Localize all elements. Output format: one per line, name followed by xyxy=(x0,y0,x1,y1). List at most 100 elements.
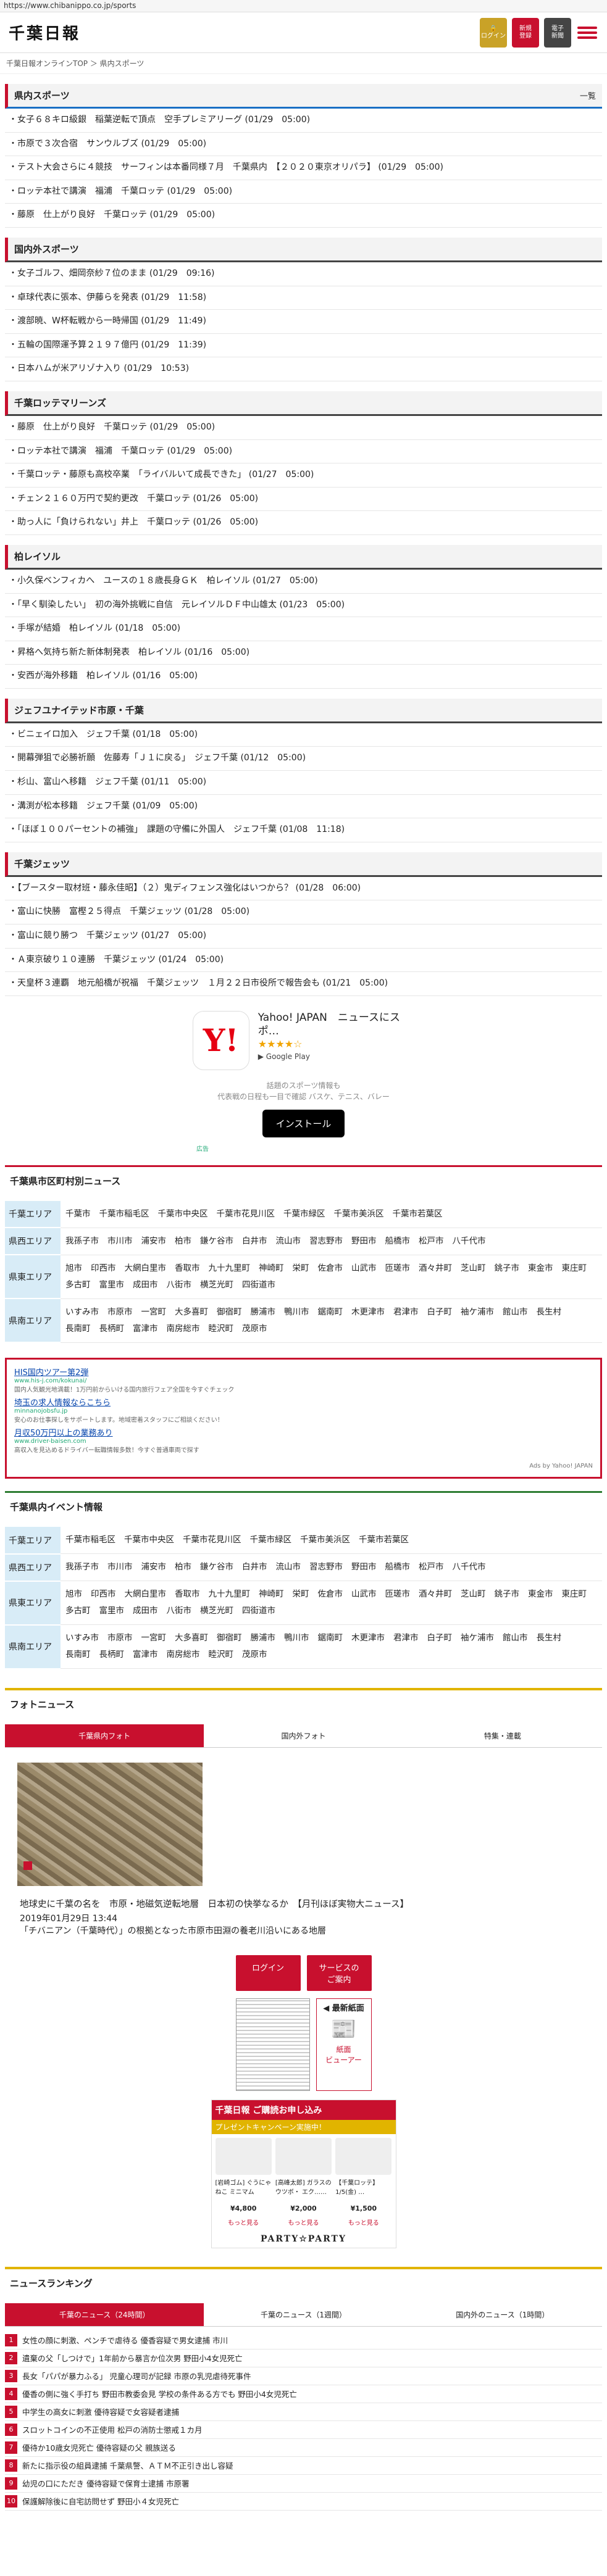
news-item[interactable]: 千葉ロッテ・藤原も高校卒業 「ライバルいて成長できた」 (01/27 05:00… xyxy=(5,463,602,488)
section-title[interactable]: 千葉ジェッツ xyxy=(14,857,70,870)
city-link[interactable]: 流山市 xyxy=(276,1236,301,1246)
city-link[interactable]: 木更津市 xyxy=(351,1307,385,1317)
city-link[interactable]: 白井市 xyxy=(242,1236,267,1246)
news-item[interactable]: テスト大会さらに４競技 サーフィンは本番同様７月 千葉県内 【２０２０東京オリパ… xyxy=(5,156,602,180)
city-link[interactable]: 富津市 xyxy=(133,1324,158,1334)
city-link[interactable]: 千葉市緑区 xyxy=(250,1535,292,1545)
product-more-link[interactable]: もっと見る xyxy=(275,2217,332,2227)
ranking-headline[interactable]: 長女「パパが暴力ふる」 児童心理司が記録 市原の乳児虐待死事件 xyxy=(22,2370,251,2382)
city-link[interactable]: 酒々井町 xyxy=(419,1263,452,1273)
city-link[interactable]: 四街道市 xyxy=(242,1280,275,1290)
ranking-item[interactable]: 3 長女「パパが暴力ふる」 児童心理司が記録 市原の乳児虐待死事件 xyxy=(5,2367,602,2385)
city-link[interactable]: 酒々井町 xyxy=(419,1589,452,1599)
city-link[interactable]: 御宿町 xyxy=(217,1633,242,1643)
city-link[interactable]: 南房総市 xyxy=(167,1650,200,1660)
section-title[interactable]: 千葉ロッテマリーンズ xyxy=(14,396,106,409)
news-item[interactable]: 卓球代表に張本、伊藤らを発表 (01/29 11:58) xyxy=(5,286,602,310)
city-link[interactable]: 御宿町 xyxy=(217,1307,242,1317)
city-link[interactable]: 印西市 xyxy=(91,1589,116,1599)
city-link[interactable]: 栄町 xyxy=(293,1263,309,1273)
city-link[interactable]: 東庄町 xyxy=(562,1589,587,1599)
product-card[interactable]: [高峰太郎] ガラスのウツボ・ エク…… ¥2,000 もっと見る xyxy=(275,2137,332,2227)
city-link[interactable]: 千葉市中央区 xyxy=(158,1209,208,1219)
city-link[interactable]: 香取市 xyxy=(175,1589,200,1599)
news-item[interactable]: 助っ人に「負けられない」井上 千葉ロッテ (01/26 05:00) xyxy=(5,511,602,535)
ranking-headline[interactable]: 保護解除後に自宅訪問せず 野田小４女児死亡 xyxy=(22,2495,179,2507)
register-button[interactable]: 新規 登録 xyxy=(512,17,539,48)
text-ad-item[interactable]: 月収50万円以上の業務あり www.driver-baisen.com 高収入を見込… xyxy=(14,1426,593,1454)
tab[interactable]: 国内外フォト xyxy=(204,1724,403,1748)
city-link[interactable]: 鎌ケ谷市 xyxy=(200,1236,233,1246)
tab[interactable]: 国内外のニュース（1時間） xyxy=(403,2303,602,2327)
ranking-item[interactable]: 1 女性の顔に刺激、ペンチで虐待る 優香容疑で男女逮捕 市川 xyxy=(5,2332,602,2350)
city-link[interactable]: 長柄町 xyxy=(99,1324,125,1334)
product-card[interactable]: [岩崎ゴム] ぐうにゃ ねこ ミニマム ¥4,800 もっと見る xyxy=(215,2137,272,2227)
news-item[interactable]: 昇格へ気持ち新た新体制発表 柏レイソル (01/16 05:00) xyxy=(5,641,602,665)
ranking-headline[interactable]: 優香の側に強く手打ち 野田市教委会見 学校の条件ある方でも 野田小4女児死亡 xyxy=(22,2388,297,2399)
sidebar-login-button[interactable]: ログイン xyxy=(235,1955,301,1991)
city-link[interactable]: 白子町 xyxy=(427,1633,453,1643)
city-link[interactable]: 四街道市 xyxy=(242,1606,275,1616)
city-link[interactable]: 横芝光町 xyxy=(200,1280,233,1290)
news-item[interactable]: 天皇杯３連覇 地元船橋が祝福 千葉ジェッツ １月２２日市役所で報告会も (01/… xyxy=(5,972,602,996)
city-link[interactable]: 印西市 xyxy=(91,1263,116,1273)
city-link[interactable]: 松戸市 xyxy=(419,1562,444,1572)
news-item[interactable]: 女子６８キロ級銀 稲葉逆転で頂点 空手プレミアリーグ (01/29 05:00) xyxy=(5,109,602,133)
city-link[interactable]: 鎌ケ谷市 xyxy=(200,1562,233,1572)
city-link[interactable]: 鴨川市 xyxy=(284,1633,309,1643)
ranking-headline[interactable]: 遺棄の父「しつけで」1年前から暴言か位次男 野田小4女児死亡 xyxy=(22,2352,243,2364)
news-item[interactable]: 杉山、富山へ移籍 ジェフ千葉 (01/11 05:00) xyxy=(5,771,602,795)
city-link[interactable]: 多古町 xyxy=(65,1606,91,1616)
news-item[interactable]: 女子ゴルフ、畑岡奈紗７位のまま (01/29 09:16) xyxy=(5,262,602,286)
city-link[interactable]: 白子町 xyxy=(427,1307,453,1317)
news-item[interactable]: 「ほぼ１００パーセントの補強」 課題の守備に外国人 ジェフ千葉 (01/08 1… xyxy=(5,818,602,842)
city-link[interactable]: 柏市 xyxy=(175,1236,191,1246)
news-item[interactable]: チェン２１６０万円で契約更改 千葉ロッテ (01/26 05:00) xyxy=(5,488,602,512)
ranking-headline[interactable]: 中学生の高女に刺激 優待容疑で女容疑者逮捕 xyxy=(22,2406,179,2417)
news-item[interactable]: 市原で３次合宿 サンウルブズ (01/29 05:00) xyxy=(5,133,602,157)
ranking-item[interactable]: 2 遺棄の父「しつけで」1年前から暴言か位次男 野田小4女児死亡 xyxy=(5,2350,602,2367)
city-link[interactable]: 浦安市 xyxy=(141,1562,167,1572)
city-link[interactable]: 千葉市花見川区 xyxy=(183,1535,241,1545)
city-link[interactable]: 睦沢町 xyxy=(209,1324,234,1334)
city-link[interactable]: 一宮町 xyxy=(141,1633,167,1643)
news-item[interactable]: 藤原 仕上がり良好 千葉ロッテ (01/29 05:00) xyxy=(5,204,602,228)
city-link[interactable]: 鴨川市 xyxy=(284,1307,309,1317)
city-link[interactable]: 市原市 xyxy=(107,1307,133,1317)
city-link[interactable]: 睦沢町 xyxy=(209,1650,234,1660)
city-link[interactable]: 南房総市 xyxy=(167,1324,200,1334)
ad-title-link[interactable]: 埼玉の求人情報ならこちら xyxy=(14,1396,593,1408)
news-item[interactable]: 溝渕が松本移籍 ジェフ千葉 (01/09 05:00) xyxy=(5,795,602,819)
latest-paper-thumbnail[interactable] xyxy=(235,1998,310,2091)
hamburger-menu-icon[interactable] xyxy=(576,22,598,44)
photo-caption[interactable]: 地球史に千葉の名を 市原・地磁気逆転地層 日本初の快挙なるか 【月刊ほぼ実物大ニ… xyxy=(5,1886,602,1912)
section-title[interactable]: 県内スポーツ xyxy=(14,89,70,102)
news-item[interactable]: 藤原 仕上がり良好 千葉ロッテ (01/29 05:00) xyxy=(5,416,602,440)
news-item[interactable]: Ａ東京破り１０連勝 千葉ジェッツ (01/24 05:00) xyxy=(5,949,602,973)
city-link[interactable]: 佐倉市 xyxy=(318,1263,343,1273)
city-link[interactable]: 一宮町 xyxy=(141,1307,167,1317)
news-item[interactable]: 富山に快勝 富樫２５得点 千葉ジェッツ (01/28 05:00) xyxy=(5,900,602,925)
city-link[interactable]: 市川市 xyxy=(107,1236,133,1246)
city-link[interactable]: 芝山町 xyxy=(461,1589,486,1599)
news-item[interactable]: 渡部暁、W杯転戦から一時帰国 (01/29 11:49) xyxy=(5,310,602,334)
city-link[interactable]: 山武市 xyxy=(351,1263,377,1273)
city-link[interactable]: 木更津市 xyxy=(351,1633,385,1643)
city-link[interactable]: 大網白里市 xyxy=(125,1263,167,1273)
city-link[interactable]: 茂原市 xyxy=(242,1324,267,1334)
section-more-link[interactable]: 一覧 xyxy=(580,89,596,101)
tab[interactable]: 千葉のニュース（1週間） xyxy=(204,2303,403,2327)
section-title[interactable]: 国内外スポーツ xyxy=(14,243,79,256)
site-logo[interactable]: 千葉日報 xyxy=(9,21,80,44)
news-item[interactable]: ロッテ本社で講演 福浦 千葉ロッテ (01/29 05:00) xyxy=(5,440,602,464)
city-link[interactable]: 千葉市美浜区 xyxy=(300,1535,350,1545)
city-link[interactable]: 長生村 xyxy=(537,1633,562,1643)
ranking-item[interactable]: 7 優待か10歳女児死亡 優待容疑の父 親族送る xyxy=(5,2439,602,2457)
city-link[interactable]: 八街市 xyxy=(167,1606,192,1616)
city-link[interactable]: 神崎町 xyxy=(259,1589,284,1599)
city-link[interactable]: 君津市 xyxy=(393,1307,419,1317)
news-item[interactable]: 日本ハムが米アリゾナ入り (01/29 10:53) xyxy=(5,357,602,381)
city-link[interactable]: 市原市 xyxy=(107,1633,133,1643)
city-link[interactable]: 柏市 xyxy=(175,1562,191,1572)
ranking-headline[interactable]: 女性の顔に刺激、ペンチで虐待る 優香容疑で男女逮捕 市川 xyxy=(22,2334,228,2346)
